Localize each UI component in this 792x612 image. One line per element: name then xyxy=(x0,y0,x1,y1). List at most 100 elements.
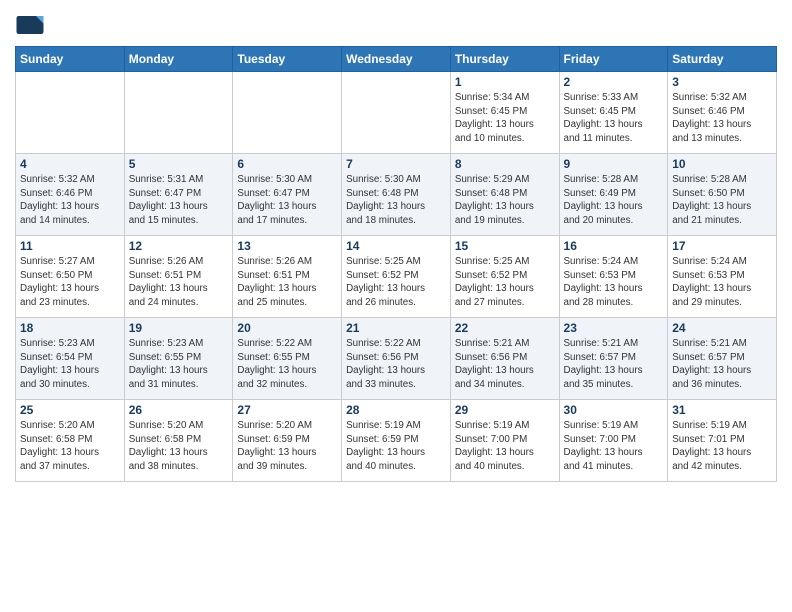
day-number: 5 xyxy=(129,157,229,171)
calendar-cell: 17Sunrise: 5:24 AM Sunset: 6:53 PM Dayli… xyxy=(668,236,777,318)
day-info: Sunrise: 5:29 AM Sunset: 6:48 PM Dayligh… xyxy=(455,173,555,228)
day-number: 26 xyxy=(129,403,229,417)
calendar-cell: 13 Sunrise: 5:26 AM Sunset: 6:51 PM Dayli… xyxy=(233,236,342,318)
day-info: Sunrise: 5:21 AM Sunset: 6:57 PM Dayligh… xyxy=(672,337,772,392)
day-number: 9 xyxy=(564,157,664,171)
day-number: 24 xyxy=(672,321,772,335)
calendar-cell xyxy=(16,72,125,154)
day-number: 2 xyxy=(564,75,664,89)
day-number: 22 xyxy=(455,321,555,335)
page-header xyxy=(15,10,777,40)
day-info: Sunrise: 5:34 AM Sunset: 6:45 PM Dayligh… xyxy=(455,91,555,146)
weekday-header-thursday: Thursday xyxy=(450,47,559,72)
calendar-cell: 6Sunrise: 5:30 AM Sunset: 6:47 PM Daylig… xyxy=(233,154,342,236)
calendar-cell: 8 Sunrise: 5:29 AM Sunset: 6:48 PM Daylig… xyxy=(450,154,559,236)
day-info: Sunrise: 5:33 AM Sunset: 6:45 PM Dayligh… xyxy=(564,91,664,146)
calendar-cell: 15Sunrise: 5:25 AM Sunset: 6:52 PM Dayli… xyxy=(450,236,559,318)
calendar-header-row: SundayMondayTuesdayWednesdayThursdayFrid… xyxy=(16,47,777,72)
calendar-cell: 29 Sunrise: 5:19 AM Sunset: 7:00 PM Dayli… xyxy=(450,400,559,482)
day-number: 8 xyxy=(455,157,555,171)
day-number: 6 xyxy=(237,157,337,171)
calendar-cell xyxy=(233,72,342,154)
calendar-cell: 25 Sunrise: 5:20 AM Sunset: 6:58 PM Dayli… xyxy=(16,400,125,482)
calendar-cell xyxy=(342,72,451,154)
day-info: Sunrise: 5:20 AM Sunset: 6:59 PM Dayligh… xyxy=(237,419,337,474)
day-info: Sunrise: 5:21 AM Sunset: 6:57 PM Dayligh… xyxy=(564,337,664,392)
day-info: Sunrise: 5:19 AM Sunset: 6:59 PM Dayligh… xyxy=(346,419,446,474)
calendar-cell: 5 Sunrise: 5:31 AM Sunset: 6:47 PM Daylig… xyxy=(124,154,233,236)
calendar-cell: 12Sunrise: 5:26 AM Sunset: 6:51 PM Dayli… xyxy=(124,236,233,318)
day-number: 14 xyxy=(346,239,446,253)
calendar-cell: 4 Sunrise: 5:32 AM Sunset: 6:46 PM Daylig… xyxy=(16,154,125,236)
day-number: 4 xyxy=(20,157,120,171)
calendar-cell: 16 Sunrise: 5:24 AM Sunset: 6:53 PM Dayli… xyxy=(559,236,668,318)
day-number: 29 xyxy=(455,403,555,417)
day-info: Sunrise: 5:25 AM Sunset: 6:52 PM Dayligh… xyxy=(455,255,555,310)
calendar-cell: 21Sunrise: 5:22 AM Sunset: 6:56 PM Dayli… xyxy=(342,318,451,400)
calendar-week-5: 25 Sunrise: 5:20 AM Sunset: 6:58 PM Dayli… xyxy=(16,400,777,482)
calendar-cell: 14 Sunrise: 5:25 AM Sunset: 6:52 PM Dayli… xyxy=(342,236,451,318)
calendar-cell: 2 Sunrise: 5:33 AM Sunset: 6:45 PM Daylig… xyxy=(559,72,668,154)
calendar-cell: 18 Sunrise: 5:23 AM Sunset: 6:54 PM Dayli… xyxy=(16,318,125,400)
calendar-cell: 11 Sunrise: 5:27 AM Sunset: 6:50 PM Dayli… xyxy=(16,236,125,318)
calendar-cell: 7Sunrise: 5:30 AM Sunset: 6:48 PM Daylig… xyxy=(342,154,451,236)
day-number: 13 xyxy=(237,239,337,253)
calendar-cell: 23 Sunrise: 5:21 AM Sunset: 6:57 PM Dayli… xyxy=(559,318,668,400)
calendar-cell: 20Sunrise: 5:22 AM Sunset: 6:55 PM Dayli… xyxy=(233,318,342,400)
day-info: Sunrise: 5:19 AM Sunset: 7:00 PM Dayligh… xyxy=(564,419,664,474)
calendar-cell: 22 Sunrise: 5:21 AM Sunset: 6:56 PM Dayli… xyxy=(450,318,559,400)
day-info: Sunrise: 5:28 AM Sunset: 6:49 PM Dayligh… xyxy=(564,173,664,228)
day-info: Sunrise: 5:31 AM Sunset: 6:47 PM Dayligh… xyxy=(129,173,229,228)
day-info: Sunrise: 5:23 AM Sunset: 6:55 PM Dayligh… xyxy=(129,337,229,392)
day-info: Sunrise: 5:24 AM Sunset: 6:53 PM Dayligh… xyxy=(564,255,664,310)
day-number: 25 xyxy=(20,403,120,417)
calendar-cell: 10 Sunrise: 5:28 AM Sunset: 6:50 PM Dayli… xyxy=(668,154,777,236)
day-number: 11 xyxy=(20,239,120,253)
day-info: Sunrise: 5:21 AM Sunset: 6:56 PM Dayligh… xyxy=(455,337,555,392)
day-number: 23 xyxy=(564,321,664,335)
calendar-week-3: 11 Sunrise: 5:27 AM Sunset: 6:50 PM Dayli… xyxy=(16,236,777,318)
day-info: Sunrise: 5:20 AM Sunset: 6:58 PM Dayligh… xyxy=(20,419,120,474)
calendar-cell: 31 Sunrise: 5:19 AM Sunset: 7:01 PM Dayli… xyxy=(668,400,777,482)
day-info: Sunrise: 5:19 AM Sunset: 7:01 PM Dayligh… xyxy=(672,419,772,474)
calendar-cell xyxy=(124,72,233,154)
calendar-cell: 26 Sunrise: 5:20 AM Sunset: 6:58 PM Dayli… xyxy=(124,400,233,482)
day-number: 18 xyxy=(20,321,120,335)
day-info: Sunrise: 5:25 AM Sunset: 6:52 PM Dayligh… xyxy=(346,255,446,310)
logo-icon xyxy=(15,10,45,40)
day-number: 21 xyxy=(346,321,446,335)
calendar-cell: 27Sunrise: 5:20 AM Sunset: 6:59 PM Dayli… xyxy=(233,400,342,482)
weekday-header-sunday: Sunday xyxy=(16,47,125,72)
calendar-cell: 3 Sunrise: 5:32 AM Sunset: 6:46 PM Daylig… xyxy=(668,72,777,154)
calendar-cell: 24 Sunrise: 5:21 AM Sunset: 6:57 PM Dayli… xyxy=(668,318,777,400)
day-info: Sunrise: 5:19 AM Sunset: 7:00 PM Dayligh… xyxy=(455,419,555,474)
day-number: 10 xyxy=(672,157,772,171)
day-info: Sunrise: 5:27 AM Sunset: 6:50 PM Dayligh… xyxy=(20,255,120,310)
calendar-cell: 9 Sunrise: 5:28 AM Sunset: 6:49 PM Daylig… xyxy=(559,154,668,236)
day-info: Sunrise: 5:28 AM Sunset: 6:50 PM Dayligh… xyxy=(672,173,772,228)
day-number: 31 xyxy=(672,403,772,417)
day-number: 7 xyxy=(346,157,446,171)
day-info: Sunrise: 5:20 AM Sunset: 6:58 PM Dayligh… xyxy=(129,419,229,474)
day-info: Sunrise: 5:23 AM Sunset: 6:54 PM Dayligh… xyxy=(20,337,120,392)
weekday-header-friday: Friday xyxy=(559,47,668,72)
calendar-cell: 19 Sunrise: 5:23 AM Sunset: 6:55 PM Dayli… xyxy=(124,318,233,400)
weekday-header-monday: Monday xyxy=(124,47,233,72)
day-number: 28 xyxy=(346,403,446,417)
day-number: 16 xyxy=(564,239,664,253)
day-number: 20 xyxy=(237,321,337,335)
logo xyxy=(15,10,49,40)
day-info: Sunrise: 5:32 AM Sunset: 6:46 PM Dayligh… xyxy=(672,91,772,146)
calendar-week-2: 4 Sunrise: 5:32 AM Sunset: 6:46 PM Daylig… xyxy=(16,154,777,236)
calendar-table: SundayMondayTuesdayWednesdayThursdayFrid… xyxy=(15,46,777,482)
day-number: 1 xyxy=(455,75,555,89)
calendar-cell: 30Sunrise: 5:19 AM Sunset: 7:00 PM Dayli… xyxy=(559,400,668,482)
day-info: Sunrise: 5:24 AM Sunset: 6:53 PM Dayligh… xyxy=(672,255,772,310)
weekday-header-tuesday: Tuesday xyxy=(233,47,342,72)
day-info: Sunrise: 5:26 AM Sunset: 6:51 PM Dayligh… xyxy=(237,255,337,310)
day-number: 19 xyxy=(129,321,229,335)
day-number: 3 xyxy=(672,75,772,89)
day-info: Sunrise: 5:26 AM Sunset: 6:51 PM Dayligh… xyxy=(129,255,229,310)
calendar-cell: 1 Sunrise: 5:34 AM Sunset: 6:45 PM Daylig… xyxy=(450,72,559,154)
day-info: Sunrise: 5:32 AM Sunset: 6:46 PM Dayligh… xyxy=(20,173,120,228)
